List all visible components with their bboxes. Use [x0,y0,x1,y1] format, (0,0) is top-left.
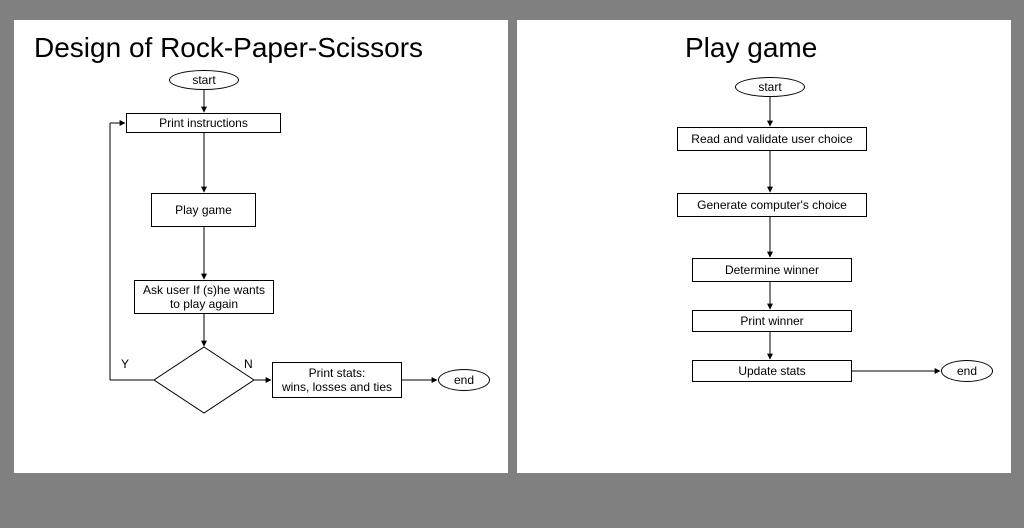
gen-computer-label: Generate computer's choice [697,198,847,212]
print-instructions-label: Print instructions [159,116,248,130]
right-title: Play game [685,32,817,64]
print-stats-label: Print stats: wins, losses and ties [282,366,392,395]
read-validate-box: Read and validate user choice [677,127,867,151]
determine-box: Determine winner [692,258,852,282]
r-start-node: start [735,77,805,97]
gen-computer-box: Generate computer's choice [677,193,867,217]
end-label: end [454,373,474,387]
play-game-box: Play game [151,193,256,227]
start-node: start [169,70,239,90]
r-end-node: end [941,360,993,382]
r-start-label: start [758,80,781,94]
decision-label: Play again? [174,373,239,387]
read-validate-label: Read and validate user choice [691,132,852,146]
end-node: end [438,369,490,391]
ask-again-label: Ask user If (s)he wants to play again [139,283,269,312]
update-stats-label: Update stats [738,364,805,378]
determine-label: Determine winner [725,263,819,277]
left-panel: Design of Rock-Paper-Scissors start Prin… [14,20,508,473]
left-title: Design of Rock-Paper-Scissors [34,32,423,64]
no-label: N [244,357,253,371]
start-label: start [192,73,215,87]
play-game-label: Play game [175,203,232,217]
update-stats-box: Update stats [692,360,852,382]
print-stats-box: Print stats: wins, losses and ties [272,362,402,398]
right-panel: Play game start Read and validate user c… [517,20,1011,473]
print-instructions-box: Print instructions [126,113,281,133]
r-end-label: end [957,364,977,378]
print-winner-label: Print winner [740,314,803,328]
yes-label: Y [121,357,129,371]
print-winner-box: Print winner [692,310,852,332]
ask-again-box: Ask user If (s)he wants to play again [134,280,274,314]
left-arrows [14,20,508,473]
